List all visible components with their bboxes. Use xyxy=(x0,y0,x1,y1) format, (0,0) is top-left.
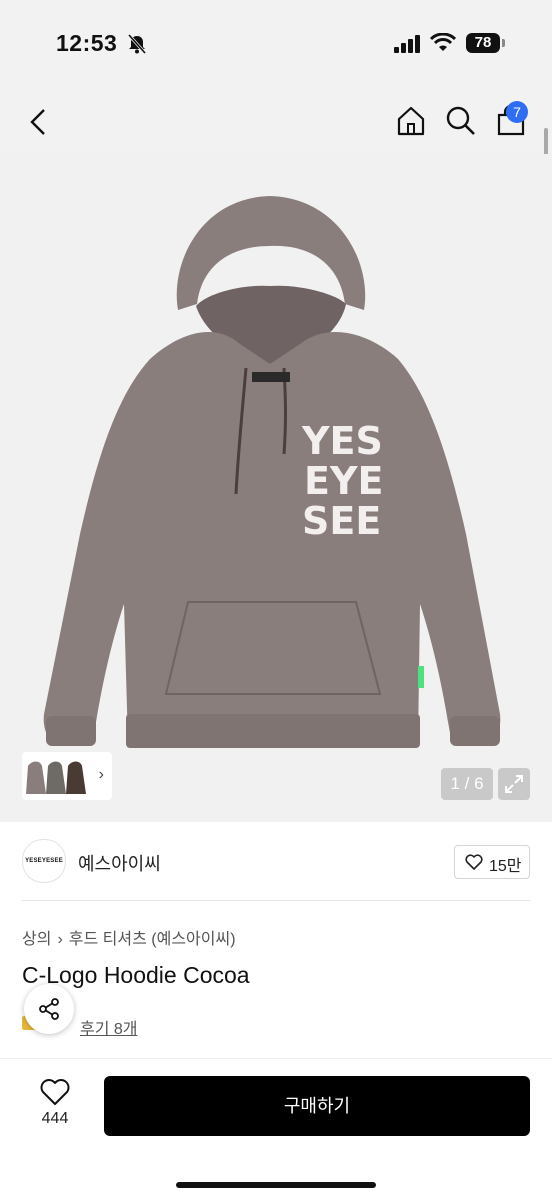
brand-name[interactable]: 예스아이씨 xyxy=(78,850,161,876)
battery-cap xyxy=(502,39,505,47)
heart-icon xyxy=(40,1079,70,1105)
hoodie-image: YES EYE SEE xyxy=(43,196,501,748)
brand-logo[interactable]: YESEYESEE xyxy=(22,839,66,883)
expand-image-button[interactable] xyxy=(498,768,530,800)
wishlist-count: 444 xyxy=(41,1110,69,1127)
brand-like-count: 15만 xyxy=(489,858,522,875)
color-thumbnails xyxy=(26,761,86,794)
expand-icon xyxy=(505,775,523,793)
status-time: 12:53 xyxy=(56,30,118,56)
battery-indicator: 78 xyxy=(466,33,500,53)
cart-count-badge: 7 xyxy=(506,101,528,123)
print-line-1: YES xyxy=(301,419,383,463)
brand-like-button[interactable]: 15만 xyxy=(454,845,530,879)
product-image-gallery[interactable]: YES EYE SEE xyxy=(0,154,552,822)
reviews-link[interactable]: 후기 8개 xyxy=(80,1015,138,1039)
buy-button[interactable]: 구매하기 xyxy=(104,1076,530,1136)
back-chevron-icon[interactable] xyxy=(26,106,50,138)
wishlist-button[interactable]: 444 xyxy=(30,1076,80,1132)
breadcrumb: 상의 › 후드 티셔츠 (예스아이씨) xyxy=(22,925,236,949)
breadcrumb-separator: › xyxy=(57,931,63,948)
print-line-2: EYE xyxy=(304,459,383,503)
thumbnail-chevron-icon: › xyxy=(98,766,104,783)
heart-icon xyxy=(465,854,483,870)
share-icon xyxy=(39,998,59,1020)
signal-icon xyxy=(394,35,420,53)
breadcrumb-level1[interactable]: 상의 xyxy=(22,931,51,948)
thumbnail-strip[interactable]: › xyxy=(22,752,112,800)
home-icon[interactable] xyxy=(394,104,428,138)
divider xyxy=(22,900,530,901)
print-line-3: SEE xyxy=(302,499,381,543)
home-indicator xyxy=(176,1182,376,1188)
bell-slash-icon xyxy=(127,34,147,54)
share-button[interactable] xyxy=(24,984,74,1034)
wifi-icon xyxy=(430,33,456,51)
top-nav xyxy=(0,90,552,154)
breadcrumb-level2[interactable]: 후드 티셔츠 (예스아이씨) xyxy=(69,931,236,948)
status-bar: 12:53 78 xyxy=(0,0,552,90)
search-icon[interactable] xyxy=(444,104,478,138)
image-counter: 1 / 6 xyxy=(441,768,493,800)
